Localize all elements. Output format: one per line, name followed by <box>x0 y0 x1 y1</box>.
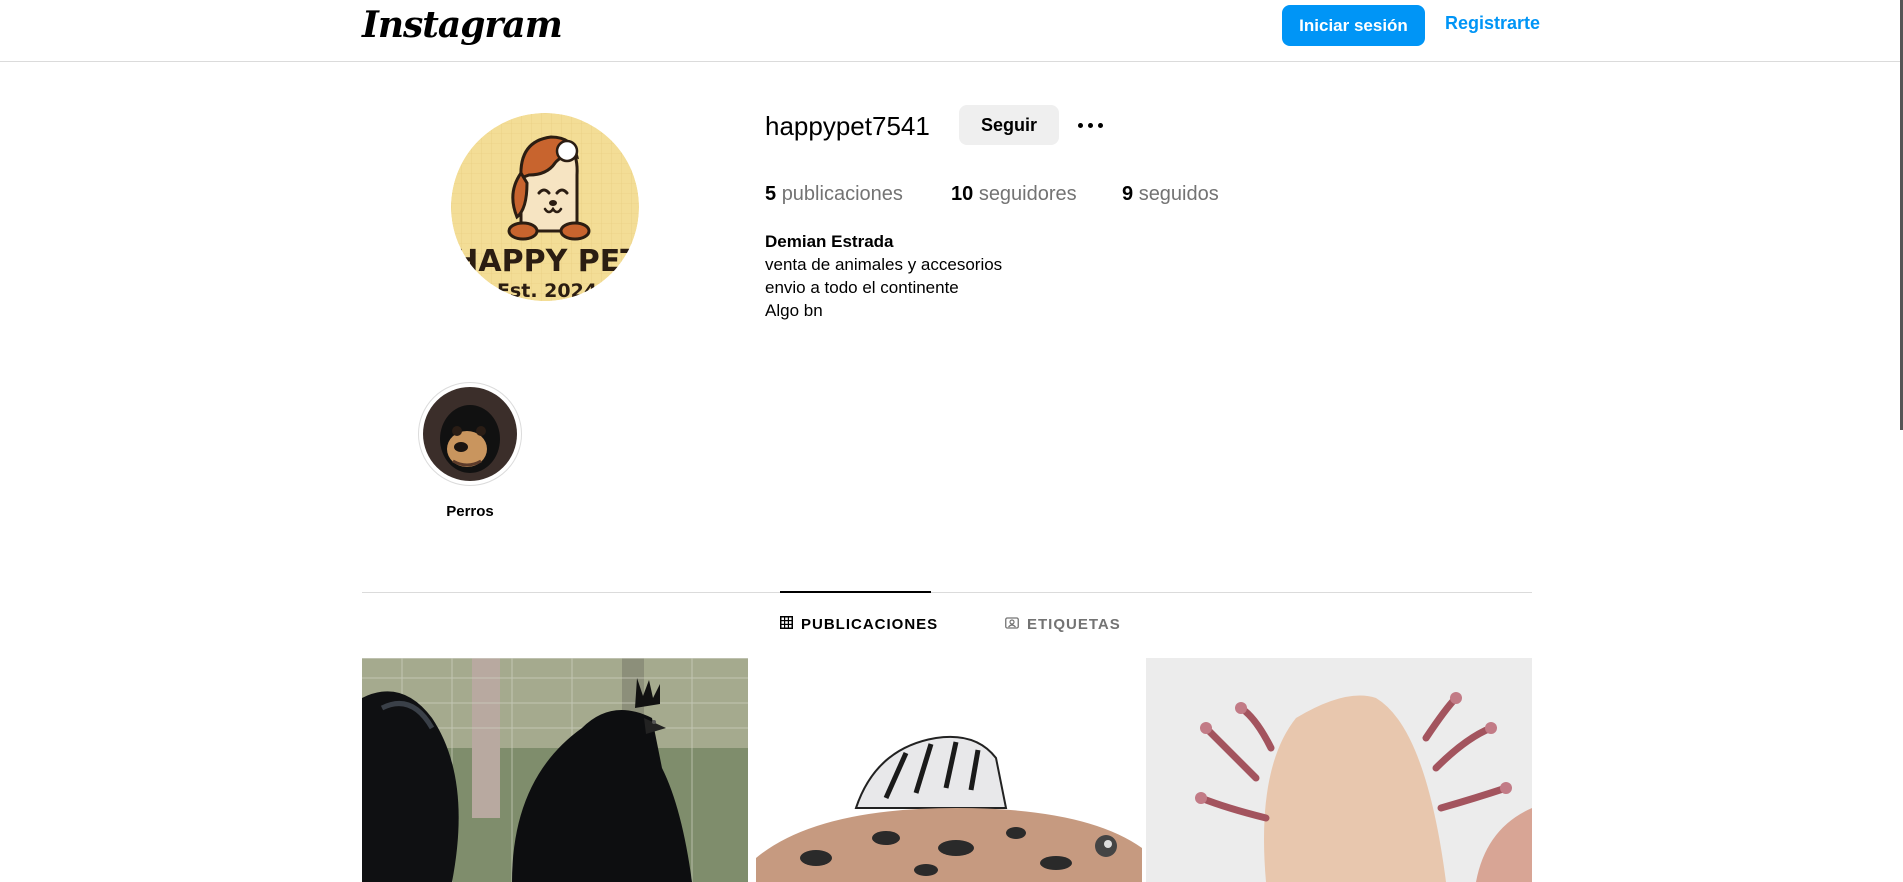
highlight-thumbnail <box>423 387 517 481</box>
tabs-divider <box>362 592 1532 593</box>
rooster-image <box>362 658 748 882</box>
following-stat[interactable]: 9 seguidos <box>1122 183 1219 206</box>
fish-image <box>756 658 1142 882</box>
signup-link[interactable]: Registrarte <box>1445 13 1540 34</box>
post-thumbnail[interactable] <box>362 658 748 882</box>
profile-bio: Demian Estrada venta de animales y acces… <box>765 230 1002 322</box>
post-thumbnail[interactable] <box>1146 658 1532 882</box>
tag-icon <box>1005 616 1019 633</box>
login-button[interactable]: Iniciar sesión <box>1282 5 1425 46</box>
profile-full-name: Demian Estrada <box>765 232 894 251</box>
follow-button[interactable]: Seguir <box>959 105 1059 145</box>
bio-line: Algo bn <box>765 301 823 320</box>
story-highlight-perros[interactable] <box>418 382 522 486</box>
top-navigation-bar: Instagram Iniciar sesión Registrarte <box>0 0 1903 62</box>
axolotl-image <box>1146 658 1532 882</box>
avatar-brand-text: HAPPY PET <box>453 244 639 279</box>
highlight-label: Perros <box>446 503 494 520</box>
grid-icon <box>780 616 793 633</box>
profile-username: happypet7541 <box>765 111 930 141</box>
bio-line: envio a todo el continente <box>765 278 959 297</box>
active-tab-indicator <box>780 591 931 593</box>
avatar-established-text: Est. 2024 <box>497 280 597 301</box>
followers-stat[interactable]: 10 seguidores <box>951 183 1077 206</box>
more-options-button[interactable] <box>1071 106 1109 144</box>
tab-etiquetas[interactable]: ETIQUETAS <box>1005 616 1121 633</box>
happy-pet-logo: HAPPY PET Est. 2024 <box>451 113 639 301</box>
instagram-logo[interactable]: Instagram <box>362 4 563 46</box>
profile-avatar[interactable]: HAPPY PET Est. 2024 <box>451 113 639 301</box>
post-thumbnail[interactable] <box>756 658 1142 882</box>
posts-stat: 5 publicaciones <box>765 183 903 205</box>
tab-publicaciones[interactable]: PUBLICACIONES <box>780 616 938 633</box>
more-dots-icon <box>1077 122 1083 128</box>
bio-line: venta de animales y accesorios <box>765 255 1003 274</box>
